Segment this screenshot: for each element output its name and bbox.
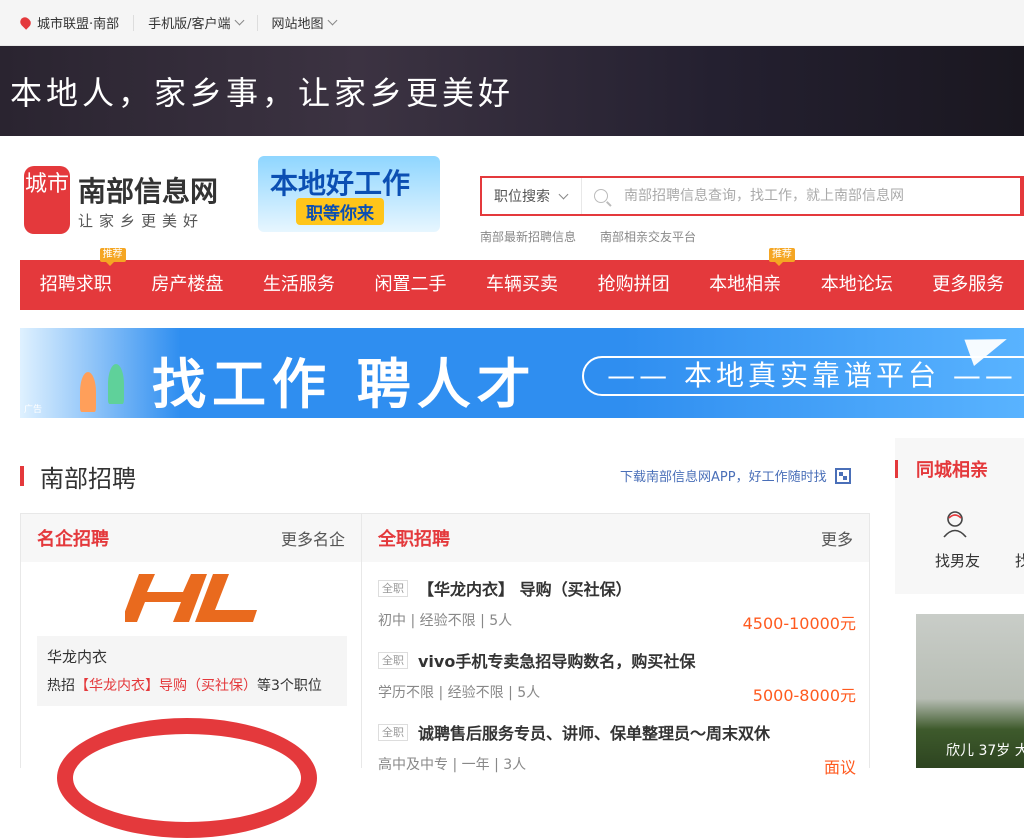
- tree-illustration: [80, 372, 96, 412]
- sitemap-menu[interactable]: 网站地图: [258, 15, 350, 31]
- company-hot-jobs: 热招【华龙内衣】导购（买社保）等3个职位: [47, 675, 337, 695]
- more-jobs-link[interactable]: 更多: [821, 526, 853, 550]
- more-companies-link[interactable]: 更多名企: [281, 526, 345, 550]
- fulltime-jobs-panel: 全职招聘 更多 全职 【华龙内衣】 导购（买社保） 初中 | 经验不限 | 5人…: [361, 513, 870, 768]
- search-category-select[interactable]: 职位搜索: [482, 178, 582, 214]
- nav-item-forum[interactable]: 本地论坛: [801, 260, 913, 310]
- nav-item-vehicles[interactable]: 车辆买卖: [466, 260, 578, 310]
- job-salary: 5000-8000元: [753, 682, 856, 706]
- job-salary: 4500-10000元: [743, 610, 856, 634]
- famous-company-panel: 名企招聘 更多名企 华龙内衣 热招【华龙内衣】导购（买社保）等3个职位: [20, 513, 362, 768]
- job-salary: 面议: [824, 754, 856, 778]
- logo-title[interactable]: 南部信息网: [78, 170, 218, 210]
- job-item[interactable]: 全职 诚聘售后服务专员、讲师、保单整理员～周末双休 高中及中专 | 一年 | 3…: [378, 720, 856, 778]
- dating-panel: 同城相亲 找男友 找: [895, 438, 1024, 594]
- fulltime-header: 全职招聘 更多: [362, 514, 869, 562]
- find-girlfriend-link[interactable]: 找: [1015, 550, 1024, 571]
- app-download-link[interactable]: 下载南部信息网APP，好工作随时找: [620, 466, 851, 485]
- job-item[interactable]: 全职 vivo手机专卖急招导购数名，购买社保 学历不限 | 经验不限 | 5人 …: [378, 648, 856, 706]
- promo-pill: 职等你来: [296, 198, 384, 225]
- nav-item-housing[interactable]: 房产楼盘: [132, 260, 244, 310]
- recommend-badge: 推荐: [769, 248, 795, 262]
- slogan-banner: 本地人，家乡事，让家乡更美好: [0, 46, 1024, 136]
- company-card[interactable]: 华龙内衣 热招【华龙内衣】导购（买社保）等3个职位: [37, 636, 347, 706]
- search-hot-links: 南部最新招聘信息 南部相亲交友平台: [480, 228, 696, 245]
- search-category-label: 职位搜索: [494, 186, 550, 206]
- famous-company-title: 名企招聘: [37, 525, 109, 551]
- profile-photo[interactable]: 欣儿 37岁 大: [916, 614, 1024, 768]
- chevron-down-icon: [234, 16, 244, 26]
- location-pin-icon: [18, 15, 32, 29]
- famous-company-header: 名企招聘 更多名企: [21, 514, 361, 562]
- slogan-text: 本地人，家乡事，让家乡更美好: [10, 68, 514, 114]
- job-meta: 初中 | 经验不限 | 5人: [378, 610, 512, 634]
- section-bar: [895, 460, 898, 478]
- hot-link[interactable]: 南部相亲交友平台: [600, 228, 696, 245]
- job-meta: 学历不限 | 经验不限 | 5人: [378, 682, 540, 706]
- ad-label: 广告: [24, 402, 42, 415]
- site-header: 城市 南部信息网 让家乡更美好 本地好工作 职等你来 职位搜索 南部最新招聘信息…: [0, 136, 1024, 260]
- job-ad-banner[interactable]: 找工作 聘人才 —— 本地真实靠谱平台 —— 广告: [20, 328, 1024, 418]
- banner-pill: —— 本地真实靠谱平台 ——: [582, 356, 1024, 396]
- top-bar: 城市联盟·南部 手机版/客户端 网站地图: [0, 0, 1024, 46]
- fulltime-tag: 全职: [378, 652, 408, 669]
- nav-item-more[interactable]: 更多服务: [913, 260, 1024, 310]
- main-nav: 招聘求职推荐 房产楼盘 生活服务 闲置二手 车辆买卖 抢购拼团 本地相亲推荐 本…: [20, 260, 1024, 310]
- job-meta: 高中及中专 | 一年 | 3人: [378, 754, 526, 778]
- promo-title: 本地好工作: [270, 162, 410, 202]
- nav-item-jobs[interactable]: 招聘求职推荐: [20, 260, 132, 310]
- dating-title: 同城相亲: [916, 456, 988, 482]
- job-item[interactable]: 全职 【华龙内衣】 导购（买社保） 初中 | 经验不限 | 5人 4500-10…: [378, 576, 856, 634]
- section-header: 南部招聘: [20, 458, 136, 494]
- mobile-label: 手机版/客户端: [148, 13, 230, 32]
- nav-item-secondhand[interactable]: 闲置二手: [355, 260, 467, 310]
- section-title: 南部招聘: [40, 459, 136, 494]
- male-user-icon[interactable]: [943, 510, 967, 538]
- dating-header: 同城相亲: [895, 456, 988, 482]
- fulltime-tag: 全职: [378, 724, 408, 741]
- nav-item-dating[interactable]: 本地相亲推荐: [689, 260, 801, 310]
- search-button[interactable]: [1020, 176, 1024, 216]
- chevron-down-icon: [559, 189, 569, 199]
- logo-subtitle: 让家乡更美好: [78, 210, 204, 231]
- city-label: 城市联盟·南部: [37, 13, 119, 32]
- fulltime-tag: 全职: [378, 580, 408, 597]
- app-download-label: 下载南部信息网APP，好工作随时找: [620, 466, 827, 485]
- company-logo[interactable]: [125, 574, 257, 622]
- recommend-badge: 推荐: [100, 248, 126, 262]
- search-bar: 职位搜索: [480, 176, 1024, 216]
- banner-headline: 找工作 聘人才: [152, 340, 537, 418]
- city-switch[interactable]: 城市联盟·南部: [20, 15, 134, 31]
- search-icon: [594, 189, 608, 203]
- job-title[interactable]: vivo手机专卖急招导购数名，购买社保: [418, 648, 695, 672]
- profile-caption: 欣儿 37岁 大: [946, 740, 1024, 760]
- job-title[interactable]: 【华龙内衣】 导购（买社保）: [418, 576, 632, 600]
- fulltime-title: 全职招聘: [378, 525, 450, 551]
- hot-link[interactable]: 南部最新招聘信息: [480, 228, 576, 245]
- company-logo-2[interactable]: [57, 718, 317, 838]
- qr-code-icon: [835, 468, 851, 484]
- find-boyfriend-link[interactable]: 找男友: [935, 550, 980, 571]
- mobile-menu[interactable]: 手机版/客户端: [134, 15, 257, 31]
- logo-badge[interactable]: 城市: [24, 166, 70, 234]
- search-input[interactable]: [624, 178, 1024, 214]
- job-title[interactable]: 诚聘售后服务专员、讲师、保单整理员～周末双休: [418, 720, 770, 744]
- nav-item-life-services[interactable]: 生活服务: [243, 260, 355, 310]
- sitemap-label: 网站地图: [272, 13, 324, 32]
- section-bar: [20, 466, 24, 486]
- nav-item-group-buy[interactable]: 抢购拼团: [578, 260, 690, 310]
- tree-illustration: [108, 364, 124, 404]
- chevron-down-icon: [327, 16, 337, 26]
- hiring-promo[interactable]: 本地好工作 职等你来: [258, 156, 440, 232]
- company-name: 华龙内衣: [47, 646, 337, 667]
